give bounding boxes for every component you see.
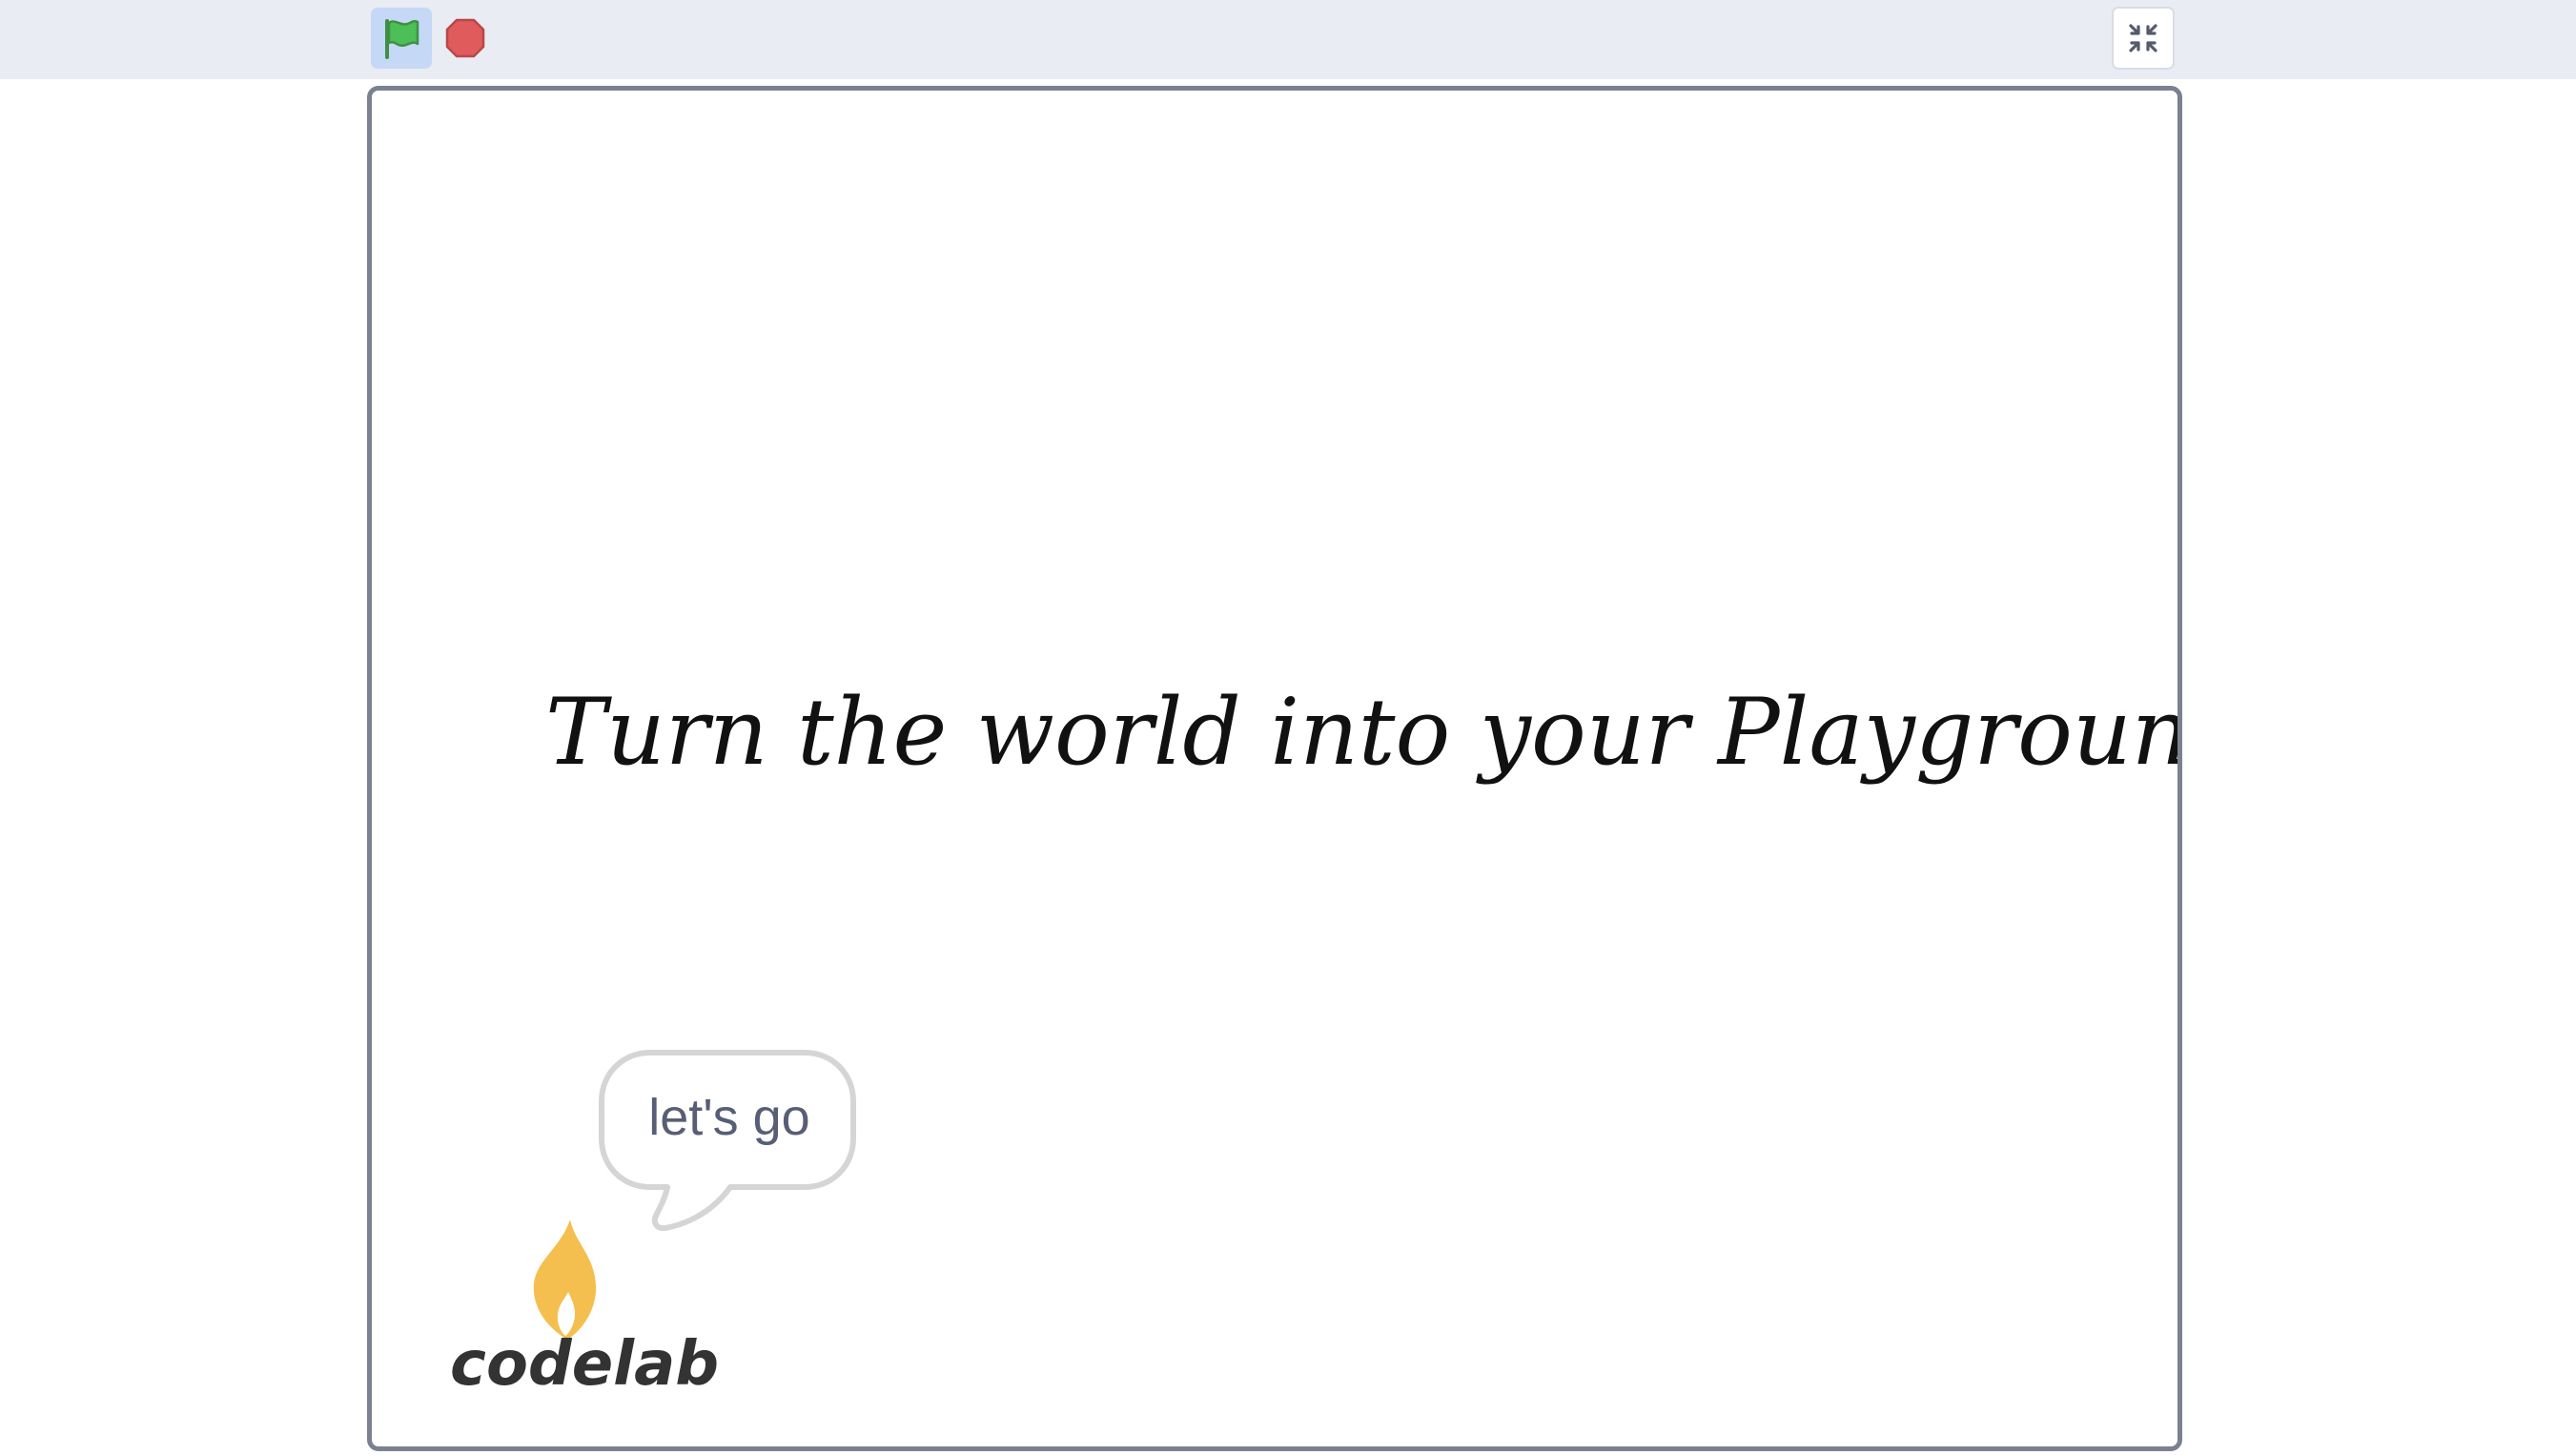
exit-fullscreen-button[interactable] bbox=[2112, 7, 2175, 70]
player-toolbar bbox=[0, 0, 2576, 79]
stage-headline: Turn the world into your Playground bbox=[545, 679, 2182, 786]
stop-button[interactable] bbox=[439, 11, 492, 65]
codelab-logo: codelab bbox=[450, 1216, 719, 1400]
green-flag-icon bbox=[385, 19, 419, 59]
stop-icon bbox=[445, 18, 485, 58]
codelab-logo-text: codelab bbox=[450, 1329, 720, 1400]
fullscreen-exit-icon bbox=[2129, 24, 2157, 52]
speech-bubble-text: let's go bbox=[648, 1089, 810, 1146]
speech-bubble: let's go bbox=[591, 1044, 868, 1244]
green-flag-button[interactable] bbox=[371, 8, 432, 69]
project-player-window: Turn the world into your Playground let'… bbox=[0, 0, 2576, 1455]
project-stage[interactable]: Turn the world into your Playground let'… bbox=[367, 86, 2182, 1451]
